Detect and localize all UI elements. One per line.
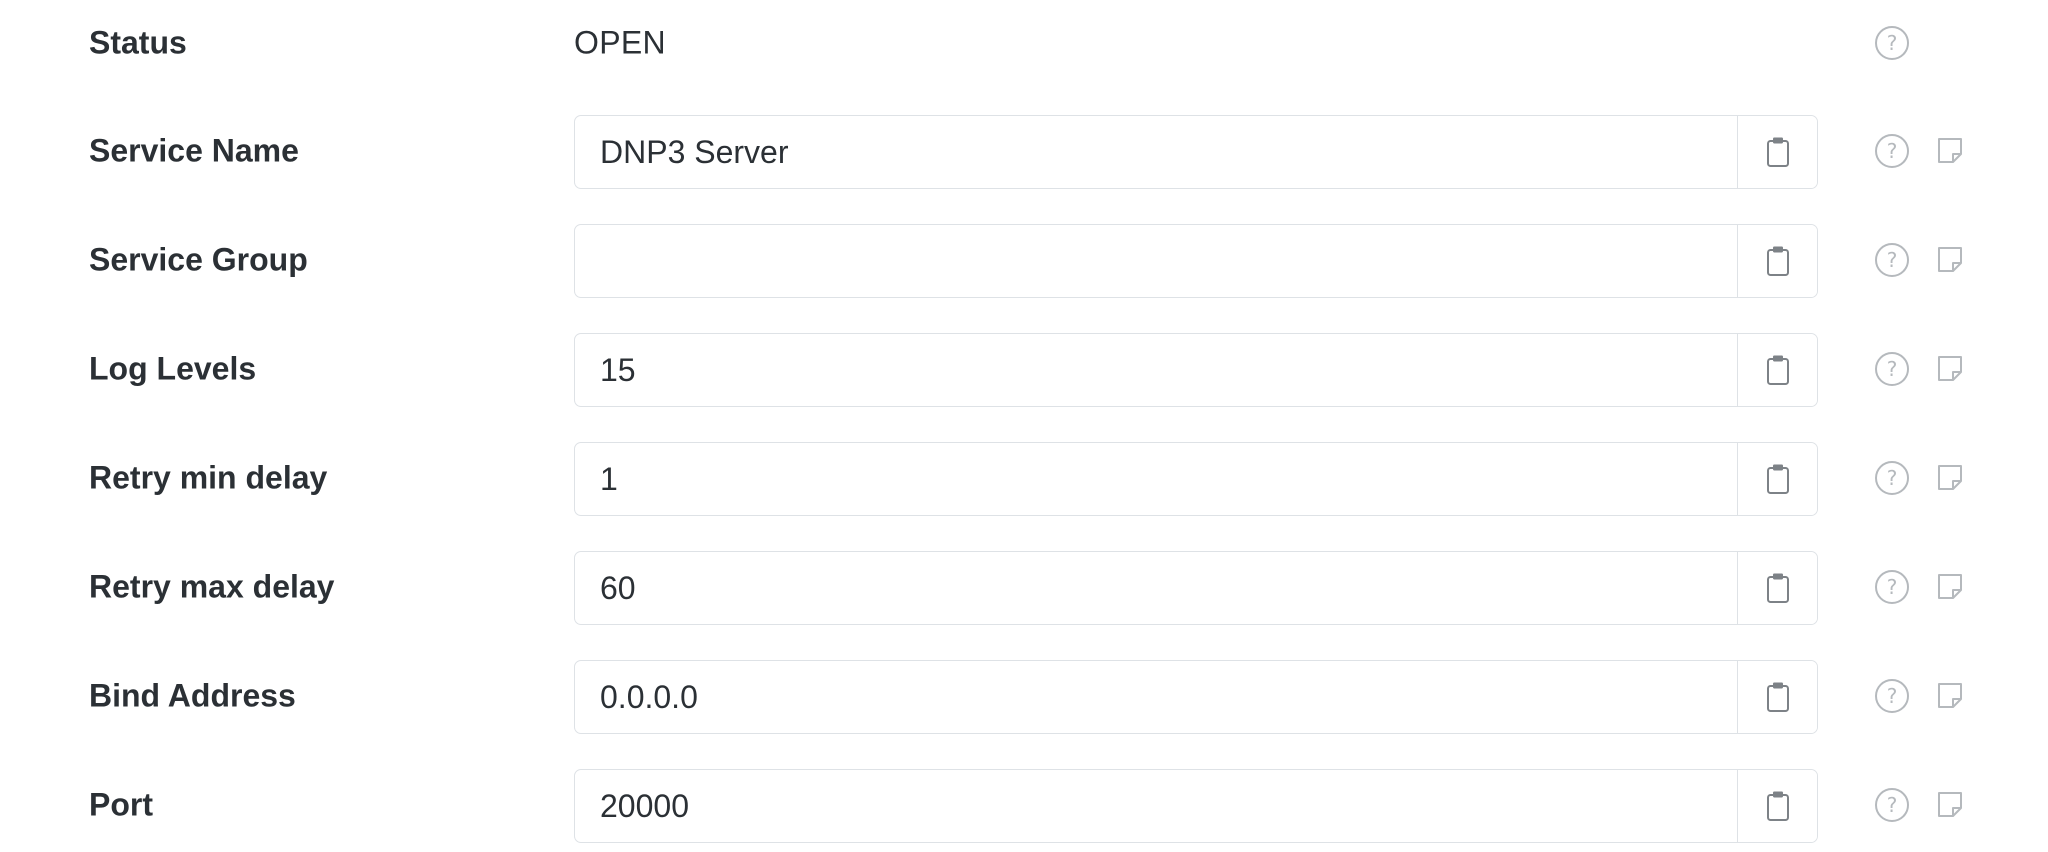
status-label: Status (89, 24, 187, 61)
status-value: OPEN (574, 24, 666, 61)
help-icon[interactable]: ? (1875, 679, 1909, 713)
copy-button[interactable] (1737, 116, 1817, 188)
help-icon[interactable]: ? (1875, 461, 1909, 495)
retry-min-delay-label: Retry min delay (89, 459, 328, 496)
service-name-label: Service Name (89, 132, 299, 169)
copy-button[interactable] (1737, 661, 1817, 733)
bind-address-label: Bind Address (89, 677, 296, 714)
note-icon[interactable] (1934, 135, 1966, 167)
retry-min-delay-input-group (574, 442, 1818, 516)
clipboard-icon (1766, 573, 1789, 603)
copy-button[interactable] (1737, 443, 1817, 515)
copy-button[interactable] (1737, 770, 1817, 842)
service-group-input-group (574, 224, 1818, 298)
service-group-label: Service Group (89, 241, 308, 278)
service-name-input-group (574, 115, 1818, 189)
note-icon[interactable] (1934, 462, 1966, 494)
help-icon[interactable]: ? (1875, 788, 1909, 822)
log-levels-input-group (574, 333, 1818, 407)
field-row-port: Port ? (0, 765, 2048, 845)
clipboard-icon (1766, 137, 1789, 167)
retry-min-delay-input[interactable] (575, 443, 1737, 515)
field-row-service-name: Service Name ? (0, 111, 2048, 191)
service-group-input[interactable] (575, 225, 1737, 297)
copy-button[interactable] (1737, 225, 1817, 297)
bind-address-input[interactable] (575, 661, 1737, 733)
note-icon[interactable] (1934, 353, 1966, 385)
help-icon[interactable]: ? (1875, 134, 1909, 168)
field-row-retry-min-delay: Retry min delay ? (0, 438, 2048, 518)
note-icon[interactable] (1934, 789, 1966, 821)
clipboard-icon (1766, 464, 1789, 494)
help-icon[interactable]: ? (1875, 243, 1909, 277)
note-icon[interactable] (1934, 571, 1966, 603)
clipboard-icon (1766, 355, 1789, 385)
log-levels-label: Log Levels (89, 350, 257, 387)
field-row-service-group: Service Group ? (0, 220, 2048, 300)
note-icon[interactable] (1934, 244, 1966, 276)
help-icon[interactable]: ? (1875, 570, 1909, 604)
clipboard-icon (1766, 246, 1789, 276)
help-icon[interactable]: ? (1875, 26, 1909, 60)
port-label: Port (89, 786, 153, 823)
bind-address-input-group (574, 660, 1818, 734)
field-row-bind-address: Bind Address ? (0, 656, 2048, 736)
help-icon[interactable]: ? (1875, 352, 1909, 386)
field-row-log-levels: Log Levels ? (0, 329, 2048, 409)
status-row: Status OPEN ? (0, 3, 2048, 83)
clipboard-icon (1766, 791, 1789, 821)
field-row-retry-max-delay: Retry max delay ? (0, 547, 2048, 627)
port-input[interactable] (575, 770, 1737, 842)
clipboard-icon (1766, 682, 1789, 712)
retry-max-delay-input-group (574, 551, 1818, 625)
copy-button[interactable] (1737, 334, 1817, 406)
service-name-input[interactable] (575, 116, 1737, 188)
retry-max-delay-label: Retry max delay (89, 568, 335, 605)
copy-button[interactable] (1737, 552, 1817, 624)
retry-max-delay-input[interactable] (575, 552, 1737, 624)
note-icon[interactable] (1934, 680, 1966, 712)
port-input-group (574, 769, 1818, 843)
log-levels-input[interactable] (575, 334, 1737, 406)
